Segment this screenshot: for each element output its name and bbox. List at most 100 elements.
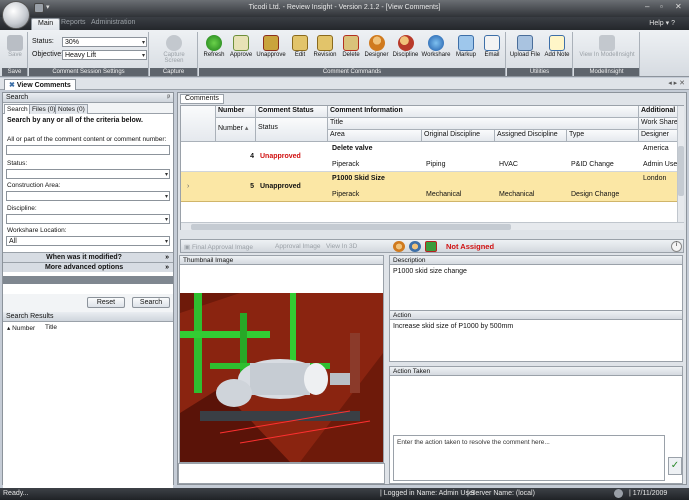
- application-orb-icon[interactable]: [2, 1, 30, 29]
- subcol-original-discipline[interactable]: Original Discipline: [422, 130, 495, 142]
- grid-vertical-scrollbar[interactable]: [677, 106, 684, 222]
- globe-icon: [428, 35, 444, 51]
- chevron-down-icon: ▾: [164, 172, 168, 178]
- when-modified-section[interactable]: When was it modified? »: [3, 252, 173, 262]
- subcol-title[interactable]: Title: [328, 118, 639, 130]
- tab-view-comments[interactable]: ✖ View Comments: [4, 79, 76, 90]
- cell-designer: Admin User: [643, 161, 679, 168]
- objective-value: Heavy Lift: [65, 52, 97, 59]
- workshare-location-value: All: [9, 238, 17, 245]
- results-col-number[interactable]: ▴ Number: [7, 324, 35, 332]
- col-number[interactable]: Number: [216, 106, 256, 118]
- cell-status: Unapproved: [260, 183, 301, 190]
- refresh-icon: [206, 35, 222, 51]
- table-row[interactable]: 4 Unapproved Delete valve Piperack Pipin…: [181, 142, 679, 172]
- tab-administration[interactable]: Administration: [85, 18, 141, 30]
- assign-discipline-icon[interactable]: [409, 241, 421, 252]
- assign-designer-icon[interactable]: [393, 241, 405, 252]
- help-menu[interactable]: Help ▾ ?: [649, 19, 675, 27]
- cell-area: Piperack: [332, 161, 360, 168]
- objective-select[interactable]: Heavy Lift ▾: [62, 50, 147, 60]
- pin-icon[interactable]: ᵖ: [167, 94, 170, 101]
- discipline-button[interactable]: Discipline: [392, 35, 419, 58]
- col-comment-status[interactable]: Comment Status: [256, 106, 328, 118]
- markup-button[interactable]: Markup: [453, 35, 479, 58]
- subcol-work-share[interactable]: Work Share: [639, 118, 679, 130]
- workshare-label: Workshare: [421, 52, 451, 58]
- search-button[interactable]: Search: [132, 297, 170, 308]
- splitter[interactable]: [3, 276, 173, 284]
- grid-horizontal-scrollbar[interactable]: [181, 222, 684, 230]
- delete-button[interactable]: Delete: [339, 35, 363, 58]
- view-in-modelinsight-button[interactable]: View In ModelInsight: [576, 35, 638, 58]
- cell-assigned-discipline: HVAC: [499, 161, 518, 168]
- comment-content-input[interactable]: [6, 145, 170, 155]
- tab-search[interactable]: Search: [4, 104, 31, 114]
- comments-tab[interactable]: Comments: [180, 94, 224, 104]
- edit-label: Edit: [294, 52, 306, 58]
- save-action-taken-icon[interactable]: ✓: [668, 457, 682, 475]
- subcol-assigned-discipline[interactable]: Assigned Discipline: [495, 130, 567, 142]
- info-icon[interactable]: i: [671, 241, 682, 252]
- status-select[interactable]: 30% ▾: [62, 37, 147, 47]
- settings-icon[interactable]: [614, 489, 623, 498]
- row-selector-header: [181, 106, 216, 142]
- final-approval-image-button[interactable]: ▣ Final Approval Image: [184, 243, 253, 251]
- refresh-button[interactable]: Refresh: [202, 35, 226, 58]
- subcol-type[interactable]: Type: [567, 130, 639, 142]
- workshare-button[interactable]: Workshare: [421, 35, 451, 58]
- subcol-status[interactable]: Status: [256, 118, 328, 142]
- cell-original-discipline: Piping: [426, 161, 446, 168]
- advanced-options-section[interactable]: More advanced options »: [3, 262, 173, 272]
- cell-original-discipline: Mechanical: [426, 191, 462, 198]
- close-icon[interactable]: ✕: [675, 2, 682, 11]
- action-text[interactable]: Increase skid size of P1000 by 500mm: [390, 320, 682, 333]
- edit-button[interactable]: Edit: [288, 35, 312, 58]
- document-tab-bar: ◂ ▸ ✕: [0, 78, 689, 90]
- view-in-3d-button[interactable]: View In 3D: [326, 243, 357, 250]
- group-caption-session-settings: Comment Session Settings: [29, 68, 148, 76]
- doc-nav-icons[interactable]: ◂ ▸ ✕: [668, 79, 685, 87]
- results-col-title[interactable]: Title: [45, 324, 57, 331]
- scrollbar-thumb[interactable]: [191, 224, 511, 230]
- maximize-icon[interactable]: ▫: [660, 2, 663, 11]
- cell-number: 5: [250, 183, 254, 190]
- unapprove-button[interactable]: Unapprove: [256, 35, 286, 58]
- email-button[interactable]: Email: [480, 35, 504, 58]
- tab-notes[interactable]: Notes (0): [55, 104, 88, 114]
- col-additional[interactable]: Additional: [639, 106, 679, 118]
- action-taken-panel: Action Taken Enter the action taken to r…: [389, 366, 683, 484]
- objective-label: Objective:: [32, 51, 64, 58]
- search-buttons: Reset Search: [3, 294, 173, 312]
- description-text[interactable]: P1000 skid size change: [390, 265, 682, 278]
- assign-workshare-icon[interactable]: [425, 241, 437, 252]
- subcol-designer[interactable]: Designer: [639, 130, 679, 142]
- approval-image-button[interactable]: Approval Image: [275, 243, 321, 250]
- action-taken-input[interactable]: Enter the action taken to resolve the co…: [393, 435, 665, 481]
- upload-file-button[interactable]: Upload File: [509, 35, 541, 58]
- workshare-location-select[interactable]: All ▾: [6, 236, 170, 246]
- help-icon[interactable]: ?: [671, 20, 675, 27]
- scrollbar-thumb[interactable]: [678, 146, 684, 196]
- subcol-number[interactable]: Number ▴: [216, 118, 256, 142]
- delete-label: Delete: [342, 52, 360, 58]
- save-icon: [7, 35, 23, 51]
- reset-button[interactable]: Reset: [87, 297, 125, 308]
- revision-button[interactable]: Revision: [312, 35, 338, 58]
- discipline-filter-label: Discipline:: [7, 205, 37, 212]
- save-button[interactable]: Save: [3, 35, 27, 58]
- subcol-area[interactable]: Area: [328, 130, 422, 142]
- action-taken-header: Action Taken: [390, 367, 682, 376]
- discipline-filter-select[interactable]: ▾: [6, 214, 170, 224]
- table-row[interactable]: › 5 Unapproved P1000 Skid Size Piperack …: [181, 172, 677, 202]
- add-note-button[interactable]: Add Note: [543, 35, 571, 58]
- cell-work-share: London: [643, 175, 667, 182]
- minimize-icon[interactable]: –: [645, 2, 649, 11]
- designer-button[interactable]: Designer: [363, 35, 390, 58]
- construction-area-select[interactable]: ▾: [6, 191, 170, 201]
- approve-button[interactable]: Approve: [228, 35, 254, 58]
- status-filter-select[interactable]: ▾: [6, 169, 170, 179]
- capture-screen-button[interactable]: Capture Screen: [153, 35, 195, 64]
- col-comment-information[interactable]: Comment Information: [328, 106, 639, 118]
- ribbon-group-comment-commands: Refresh Approve Unapprove Edit Revision …: [199, 32, 506, 76]
